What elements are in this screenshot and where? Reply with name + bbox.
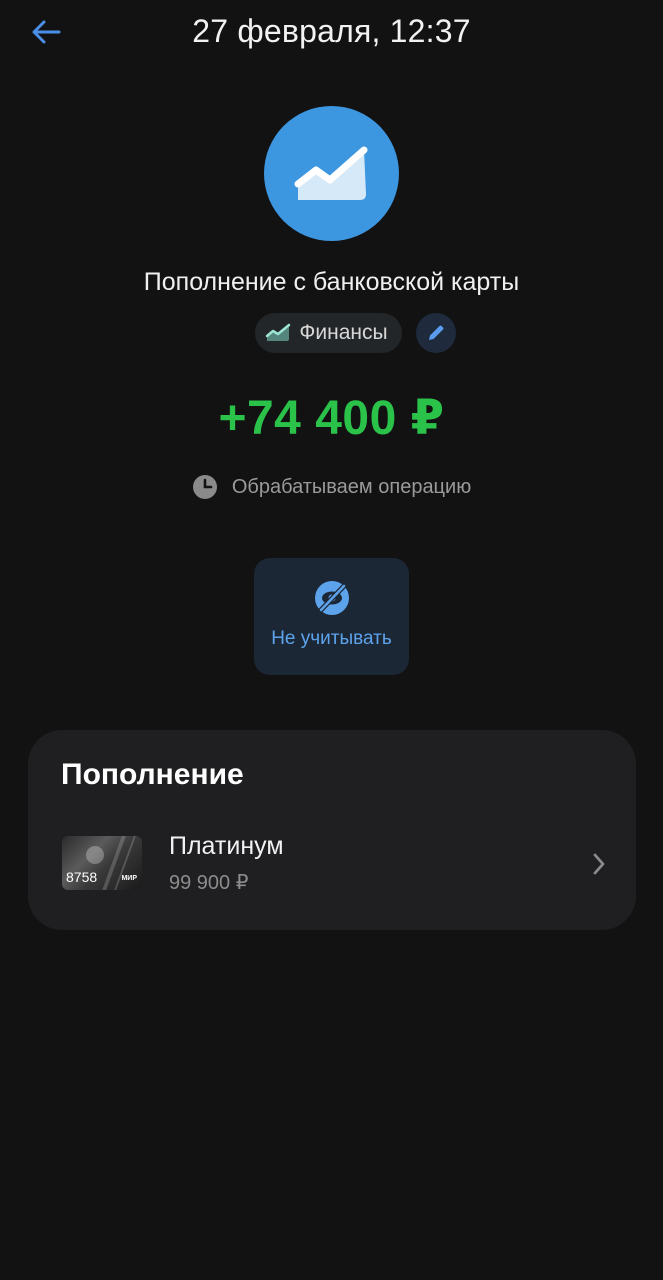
card-last-digits: 8758 bbox=[66, 869, 98, 885]
eye-off-icon bbox=[314, 581, 349, 615]
operation-details-screen: 27 февраля, 12:37 Пополнение с банковско… bbox=[0, 0, 663, 1280]
clock-icon bbox=[192, 475, 217, 499]
account-name: Платинум bbox=[169, 832, 284, 860]
operation-amount: +74 400 ₽ bbox=[218, 392, 445, 445]
operation-status: Обрабатываем операцию bbox=[0, 474, 663, 500]
category-chips: Финансы bbox=[0, 313, 663, 353]
finance-chart-icon bbox=[266, 323, 291, 341]
page-title: 27 февраля, 12:37 bbox=[192, 13, 471, 49]
edit-category-button[interactable] bbox=[415, 313, 456, 353]
category-chip-label: Финансы bbox=[299, 321, 388, 344]
exclude-from-stats-label: Не учитывать bbox=[271, 628, 392, 649]
card-thumbnail: 8758 МИР bbox=[62, 836, 142, 890]
card-brand: МИР bbox=[121, 875, 137, 882]
header: 27 февраля, 12:37 bbox=[0, 0, 663, 66]
exclude-from-stats-button[interactable]: Не учитывать bbox=[254, 558, 409, 675]
account-balance: 99 900 ₽ bbox=[169, 872, 249, 894]
status-text: Обрабатываем операцию bbox=[231, 475, 472, 498]
account-row[interactable]: 8758 МИР Платинум 99 900 ₽ bbox=[28, 826, 636, 904]
finance-chart-icon bbox=[294, 146, 367, 200]
chevron-right-icon bbox=[593, 853, 605, 875]
category-avatar bbox=[264, 106, 399, 241]
destination-title: Пополнение bbox=[61, 758, 244, 791]
category-chip[interactable]: Финансы bbox=[255, 313, 402, 353]
operation-title: Пополнение с банковской карты bbox=[143, 268, 520, 296]
destination-section: Пополнение 8758 МИР Платинум 99 900 ₽ bbox=[28, 730, 636, 930]
pencil-icon bbox=[428, 325, 444, 340]
